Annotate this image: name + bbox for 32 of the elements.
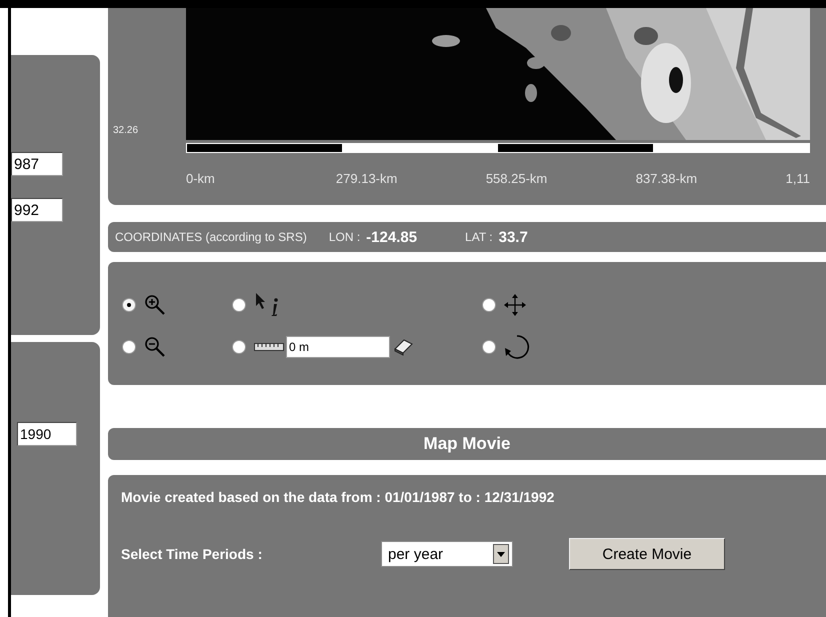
- lat-value: 33.7: [498, 228, 528, 246]
- radio-button[interactable]: [482, 298, 496, 312]
- period-dropdown[interactable]: per year: [381, 541, 513, 567]
- scale-label: 1,11: [786, 171, 810, 186]
- scale-label: 558.25-km: [486, 171, 548, 186]
- radio-button[interactable]: [122, 298, 136, 312]
- section-title: Map Movie: [424, 434, 510, 454]
- lon-value: -124.85: [366, 228, 418, 246]
- zoom-out-icon[interactable]: [144, 336, 166, 358]
- scale-label: 0-km: [186, 171, 216, 186]
- year-field[interactable]: 1990: [17, 422, 77, 446]
- zoom-in-icon[interactable]: [144, 294, 166, 316]
- latitude-label: 32.26: [113, 125, 138, 136]
- distance-field[interactable]: 0 m: [286, 336, 390, 358]
- period-label: Select Time Periods :: [121, 546, 264, 562]
- radio-button[interactable]: [122, 340, 136, 354]
- year-field[interactable]: 992: [11, 198, 63, 222]
- rotate-icon[interactable]: [504, 334, 530, 360]
- ruler-icon[interactable]: [254, 340, 284, 352]
- movie-description: Movie created based on the data from : 01/01/1987 to : 12/31/1992: [121, 489, 556, 505]
- lat-label: LAT :: [465, 230, 493, 244]
- radio-button[interactable]: [482, 340, 496, 354]
- scale-label: 837.38-km: [636, 171, 698, 186]
- pan-icon[interactable]: [504, 294, 526, 316]
- scale-label: 279.13-km: [336, 171, 398, 186]
- lon-label: LON :: [328, 230, 360, 244]
- coordinates-label: COORDINATES (according to SRS): [115, 230, 307, 244]
- radio-button[interactable]: [232, 298, 246, 312]
- eraser-icon[interactable]: [392, 338, 414, 356]
- year-field[interactable]: 987: [11, 152, 63, 176]
- radio-button[interactable]: [232, 340, 246, 354]
- create-movie-button[interactable]: Create Movie: [569, 538, 725, 570]
